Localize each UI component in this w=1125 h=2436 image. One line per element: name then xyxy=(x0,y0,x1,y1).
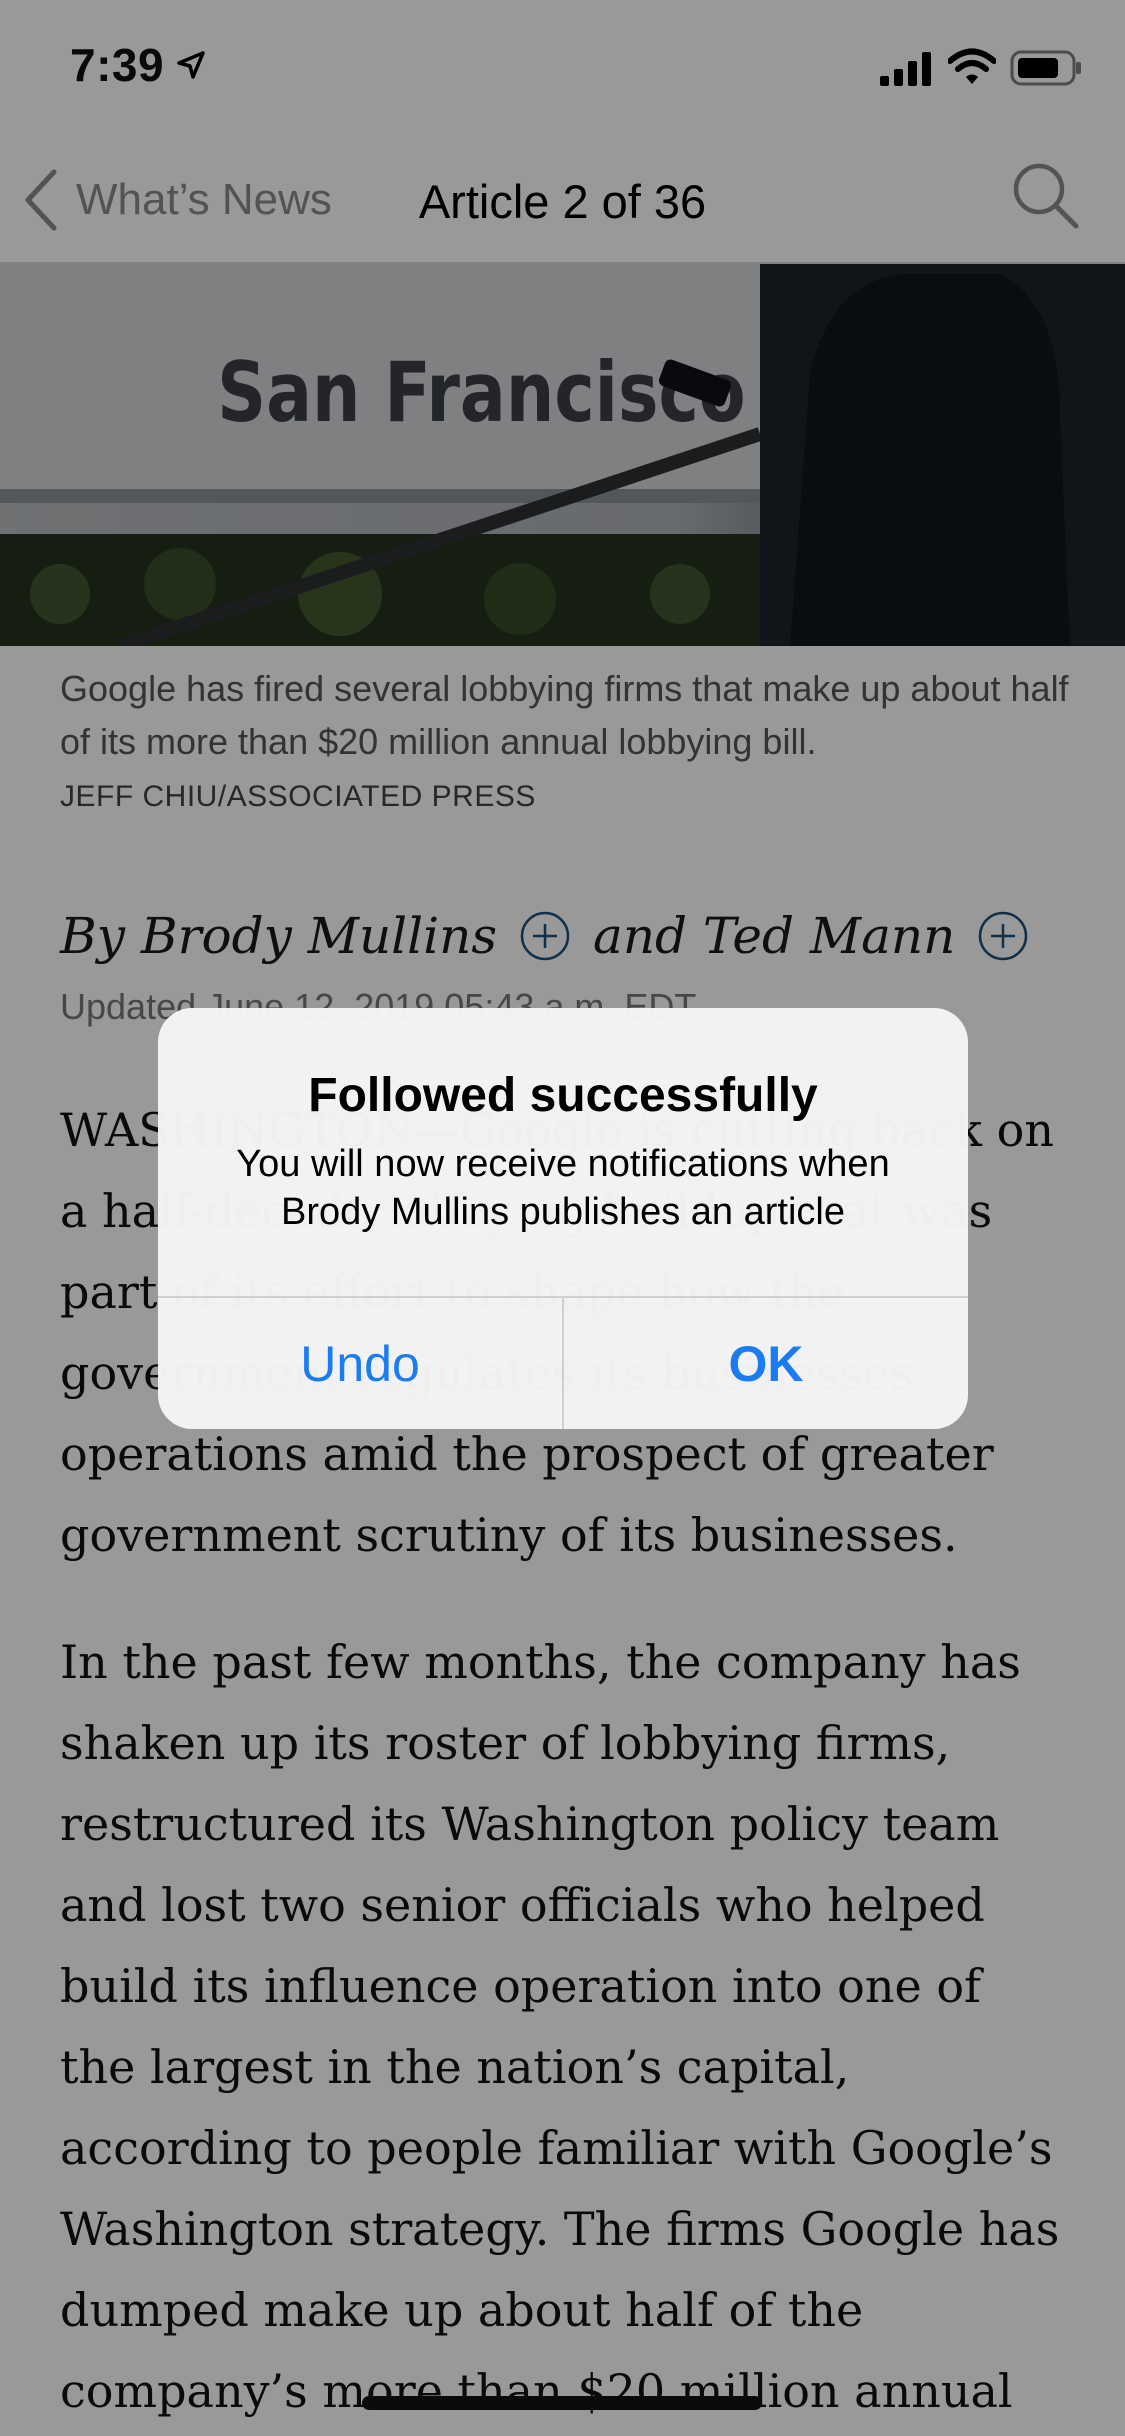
alert-title: Followed successfully xyxy=(308,1069,818,1122)
alert-button-row: Undo OK xyxy=(158,1296,968,1429)
undo-button[interactable]: Undo xyxy=(158,1298,562,1429)
alert-message: You will now receive notifications when … xyxy=(236,1143,890,1233)
ok-button[interactable]: OK xyxy=(562,1298,968,1429)
home-indicator[interactable] xyxy=(362,2396,762,2410)
follow-success-alert: Followed successfully You will now recei… xyxy=(158,1008,968,1429)
